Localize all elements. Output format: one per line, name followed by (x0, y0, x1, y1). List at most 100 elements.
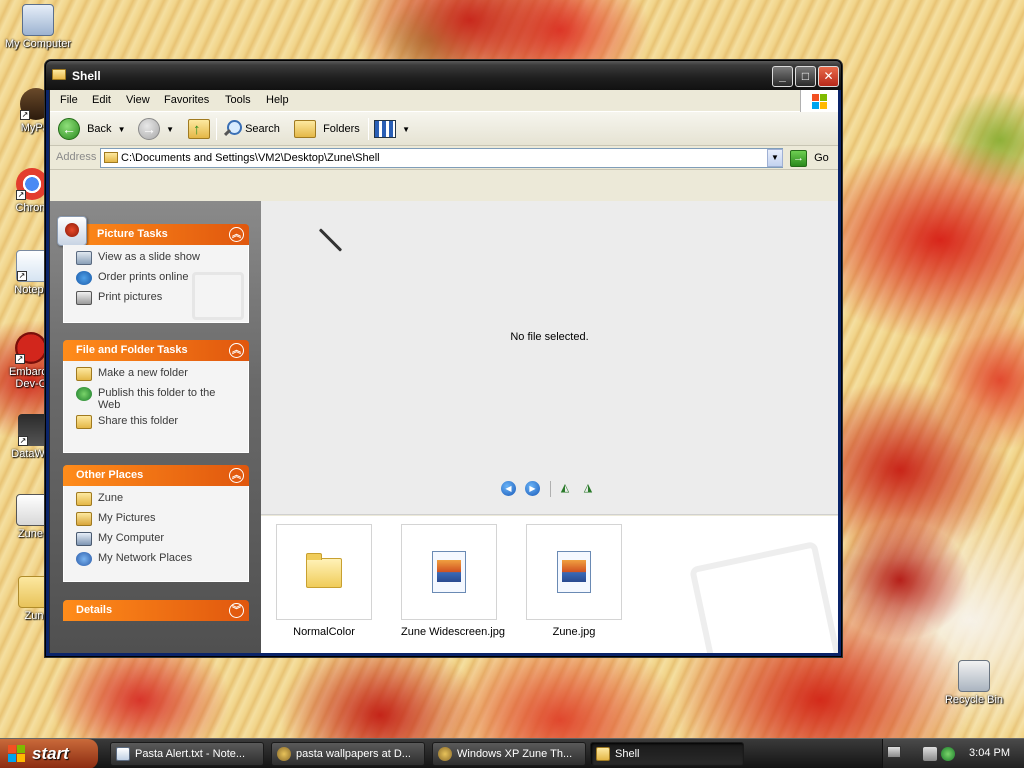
taskbar-button-browser[interactable]: pasta wallpapers at D... (271, 742, 425, 766)
collapse-chevron-icon[interactable]: ︽ (229, 343, 244, 358)
taskbar-button-notepad[interactable]: Pasta Alert.txt - Note... (110, 742, 264, 766)
shortcut-arrow-icon: ↗ (18, 436, 28, 446)
chevron-down-icon: ▼ (166, 125, 174, 134)
task-label: Order prints online (98, 271, 189, 283)
menu-tools[interactable]: Tools (225, 94, 251, 106)
collapse-chevron-icon[interactable]: ︽ (229, 227, 244, 242)
desktop-icon-my-computer[interactable]: My Computer (0, 4, 76, 50)
shortcut-arrow-icon: ↗ (17, 271, 27, 281)
window-body: File Edit View Favorites Tools Help ← Ba… (49, 90, 838, 653)
up-button[interactable] (188, 117, 210, 142)
window-title: Shell (72, 69, 101, 83)
task-label: View as a slide show (98, 251, 200, 263)
collapse-chevron-icon[interactable]: ︽ (229, 468, 244, 483)
title-bar[interactable]: Shell _ □ ✕ (46, 61, 841, 90)
views-icon (374, 120, 396, 139)
clock[interactable]: 3:04 PM (969, 747, 1010, 759)
picture-tasks-body: View as a slide show Order prints online… (63, 245, 249, 323)
task-share-folder[interactable]: Share this folder (76, 415, 248, 431)
rotate-clockwise-button[interactable]: ◭ (557, 482, 573, 496)
explorer-window: Shell _ □ ✕ File Edit View Favorites Too… (45, 60, 842, 657)
taskbar-button-shell[interactable]: Shell (590, 742, 744, 766)
menu-file[interactable]: File (60, 94, 78, 106)
other-places-panel: Other Places ︽ Zune My Pictures My Compu… (63, 465, 249, 582)
address-input[interactable]: C:\Documents and Settings\VM2\Desktop\Zu… (100, 148, 783, 168)
go-button[interactable]: → Go (790, 148, 829, 168)
back-button[interactable]: ← Back ▼ (58, 117, 126, 141)
taskbar-button-zune-theme[interactable]: Windows XP Zune Th... (432, 742, 586, 766)
printer-icon (76, 291, 92, 305)
next-image-button[interactable]: ▶ (525, 481, 540, 496)
folders-button[interactable]: Folders (294, 117, 360, 141)
task-label: Make a new folder (98, 367, 188, 379)
search-icon (222, 119, 242, 139)
taskbar-button-label: pasta wallpapers at D... (296, 748, 411, 760)
file-thumbnail (526, 524, 622, 620)
picture-tasks-panel: Picture Tasks ︽ View as a slide show Ord… (57, 216, 249, 323)
folder-icon (306, 553, 342, 588)
forward-button[interactable]: → ▼ (138, 117, 174, 141)
standard-toolbar: ← Back ▼ → ▼ Search Folders (50, 112, 838, 146)
file-item[interactable]: Zune Widescreen.jpg (401, 524, 505, 638)
notepad-icon: ↗ (16, 250, 48, 282)
menu-help[interactable]: Help (266, 94, 289, 106)
file-folder-tasks-header[interactable]: File and Folder Tasks ︽ (63, 340, 249, 361)
start-label: start (32, 744, 69, 763)
task-slide-show[interactable]: View as a slide show (76, 251, 248, 267)
menu-view[interactable]: View (126, 94, 150, 106)
preview-status: No file selected. (510, 331, 589, 343)
place-my-pictures[interactable]: My Pictures (76, 512, 248, 528)
task-label: Publish this folder to the Web (98, 387, 216, 411)
back-label: Back (87, 123, 112, 135)
file-item[interactable]: Zune.jpg (526, 524, 622, 638)
search-button[interactable]: Search (222, 117, 280, 141)
image-file-icon (432, 551, 466, 593)
slideshow-icon (76, 251, 92, 265)
keyboard-icon[interactable] (887, 746, 901, 758)
go-arrow-icon: → (790, 149, 807, 167)
forward-arrow-icon: → (138, 118, 160, 141)
folder-icon (104, 152, 118, 163)
place-zune[interactable]: Zune (76, 492, 248, 508)
embarcadero-icon: ↗ (15, 332, 47, 364)
address-bar: Address C:\Documents and Settings\VM2\De… (50, 146, 838, 170)
taskbar: start Pasta Alert.txt - Note... pasta wa… (0, 738, 1024, 768)
expand-chevron-icon[interactable]: ︾ (229, 603, 244, 618)
file-thumbnail (401, 524, 497, 620)
views-button[interactable]: ▼ (374, 117, 410, 141)
details-header[interactable]: Details ︾ (63, 600, 249, 621)
search-label: Search (245, 123, 280, 135)
address-value: C:\Documents and Settings\VM2\Desktop\Zu… (121, 152, 380, 164)
address-dropdown-button[interactable]: ▼ (767, 149, 783, 167)
picture-tasks-header[interactable]: Picture Tasks ︽ (57, 216, 249, 246)
minimize-button[interactable]: _ (772, 66, 793, 87)
main-content: Picture Tasks ︽ View as a slide show Ord… (50, 201, 838, 653)
task-make-new-folder[interactable]: Make a new folder (76, 367, 248, 383)
task-pane: Picture Tasks ︽ View as a slide show Ord… (50, 201, 261, 653)
maximize-button[interactable]: □ (795, 66, 816, 87)
place-my-computer[interactable]: My Computer (76, 532, 248, 548)
shortcut-arrow-icon: ↗ (15, 354, 25, 364)
task-label: Print pictures (98, 291, 163, 303)
file-list: NormalColor Zune Widescreen.jpg Zune.jpg (261, 516, 838, 653)
desktop-icon-recycle-bin[interactable]: Recycle Bin (936, 660, 1012, 706)
place-label: Zune (98, 492, 124, 504)
menu-edit[interactable]: Edit (92, 94, 111, 106)
task-publish-web[interactable]: Publish this folder to the Web (76, 387, 216, 411)
previous-image-button[interactable]: ◀ (501, 481, 516, 496)
mouse-cursor-icon (318, 228, 343, 252)
start-button[interactable]: start (0, 739, 98, 768)
my-computer-icon (22, 4, 54, 36)
menu-favorites[interactable]: Favorites (164, 94, 209, 106)
picture-tasks-icon (57, 216, 87, 246)
close-button[interactable]: ✕ (818, 66, 839, 87)
browser-icon (277, 747, 291, 761)
rotate-counterclockwise-button[interactable]: ◮ (580, 482, 596, 496)
other-places-header[interactable]: Other Places ︽ (63, 465, 249, 486)
menu-bar: File Edit View Favorites Tools Help (50, 90, 838, 112)
volume-icon[interactable] (923, 747, 937, 761)
folder-icon (76, 492, 92, 506)
place-my-network-places[interactable]: My Network Places (76, 552, 248, 568)
network-icon[interactable] (941, 747, 955, 761)
file-item[interactable]: NormalColor (276, 524, 372, 638)
